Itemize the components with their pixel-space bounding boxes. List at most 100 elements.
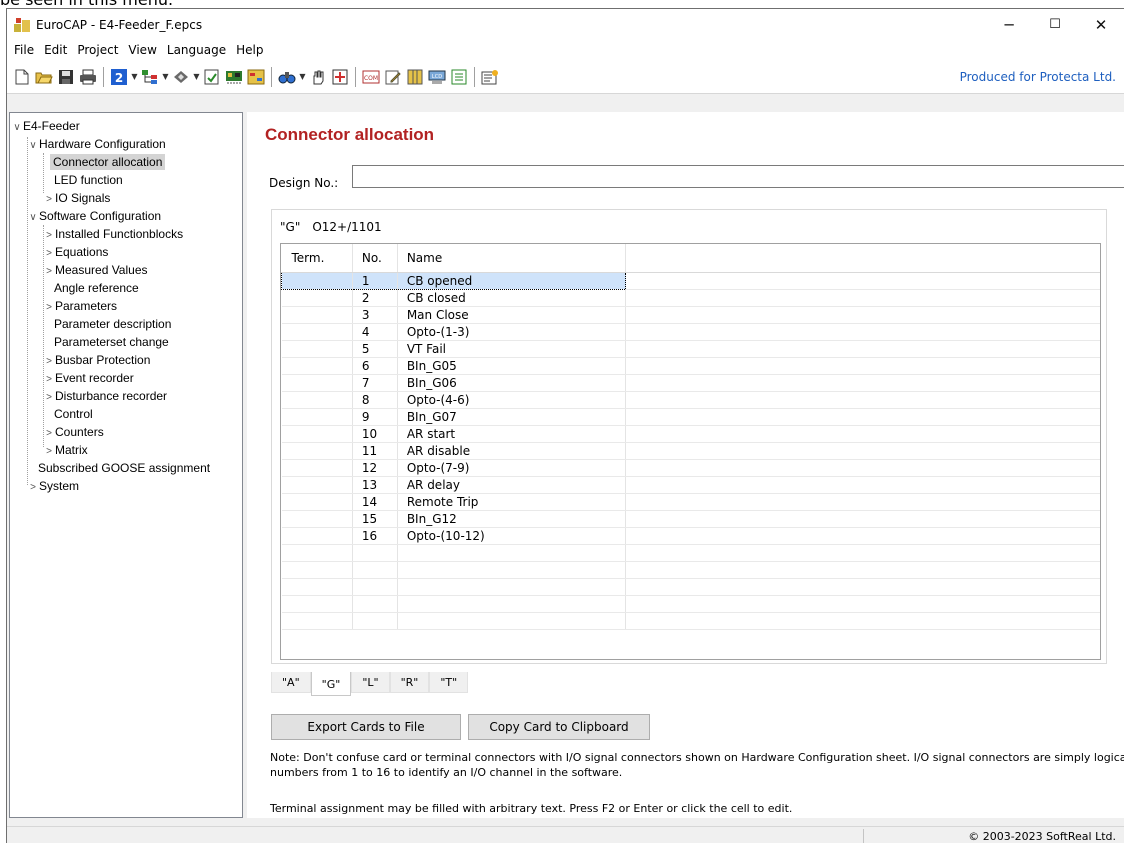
tree-node-event-recorder[interactable]: > Event recorder [43,369,134,387]
menu-edit[interactable]: Edit [39,43,72,57]
tree-node-measured-values[interactable]: > Measured Values [43,261,147,279]
no-cell[interactable]: 2 [352,289,398,307]
no-cell[interactable]: 8 [352,391,398,409]
name-cell[interactable]: CB opened [397,271,627,290]
tree-node-parameters[interactable]: > Parameters [43,297,117,315]
menu-help[interactable]: Help [231,43,268,57]
table-row[interactable]: 6 BIn_G05 [281,357,1100,375]
table-row[interactable]: 12 Opto-(7-9) [281,459,1100,477]
minimize-button[interactable]: ─ [986,9,1032,40]
export-cards-button[interactable]: Export Cards to File [271,714,461,740]
no-cell[interactable]: 4 [352,323,398,341]
tree-node-control[interactable]: Control [54,405,93,423]
term-cell[interactable] [281,493,353,511]
tab-card-l[interactable]: "L" [351,672,390,693]
term-cell[interactable] [281,476,353,494]
table-row[interactable]: 10 AR start [281,425,1100,443]
table-row[interactable]: 8 Opto-(4-6) [281,391,1100,409]
table-row[interactable]: 4 Opto-(1-3) [281,323,1100,341]
tree-node-equations[interactable]: > Equations [43,243,108,261]
tree-node-busbar-protection[interactable]: > Busbar Protection [43,351,150,369]
name-cell[interactable]: BIn_G05 [397,357,627,375]
no-cell[interactable]: 15 [352,510,398,528]
tree-node-disturbance-recorder[interactable]: > Disturbance recorder [43,387,167,405]
zoom-fit-icon[interactable] [329,66,351,88]
name-cell[interactable]: Opto-(7-9) [397,459,627,477]
table-row[interactable]: 16 Opto-(10-12) [281,527,1100,545]
produced-for-label[interactable]: Produced for Protecta Ltd. [960,70,1116,84]
term-cell[interactable] [281,357,353,375]
no-cell[interactable]: 7 [352,374,398,392]
table-row[interactable]: 2 CB closed [281,289,1100,307]
design-no-input[interactable] [352,165,1124,188]
tree-node-led-function[interactable]: LED function [54,171,123,189]
column-header-term[interactable]: Term. [281,244,353,273]
no-cell[interactable]: 1 [352,271,398,290]
tree-node-installed-functionblocks[interactable]: > Installed Functionblocks [43,225,183,243]
name-cell[interactable]: VT Fail [397,340,627,358]
term-cell[interactable] [281,391,353,409]
table-row[interactable]: 11 AR disable [281,442,1100,460]
tree-node-hardware[interactable]: ∨ Hardware Configuration [27,135,165,153]
table-row[interactable]: 9 BIn_G07 [281,408,1100,426]
chevron-down-icon[interactable]: ▼ [161,72,170,81]
chevron-down-icon[interactable]: ∨ [11,119,23,137]
no-cell[interactable]: 9 [352,408,398,426]
term-cell[interactable] [281,306,353,324]
project-tree[interactable]: ∨ E4-Feeder ∨ Hardware Configuration Conne… [9,112,243,818]
tree-node-parameterset-change[interactable]: Parameterset change [54,333,169,351]
name-cell[interactable]: AR disable [397,442,627,460]
tab-card-r[interactable]: "R" [389,672,430,693]
menu-file[interactable]: File [7,43,39,57]
name-cell[interactable]: BIn_G12 [397,510,627,528]
term-cell[interactable] [281,289,353,307]
io-card-icon[interactable] [223,66,245,88]
name-cell[interactable]: Remote Trip [397,493,627,511]
name-cell[interactable]: Man Close [397,306,627,324]
tree-node-angle-reference[interactable]: Angle reference [54,279,139,297]
number-badge-icon[interactable]: 2 [108,66,130,88]
hand-icon[interactable] [307,66,329,88]
tab-card-g[interactable]: "G" [310,672,352,696]
menu-view[interactable]: View [123,43,161,57]
no-cell[interactable]: 3 [352,306,398,324]
table-row[interactable]: 15 BIn_G12 [281,510,1100,528]
no-cell[interactable]: 16 [352,527,398,545]
table-row[interactable]: 3 Man Close [281,306,1100,324]
name-cell[interactable]: BIn_G07 [397,408,627,426]
hardware-tree-icon[interactable] [139,66,161,88]
term-cell[interactable] [281,425,353,443]
com-icon[interactable]: COM [360,66,382,88]
document-check-icon[interactable] [201,66,223,88]
table-row[interactable]: 1 CB opened [281,271,1100,290]
list-icon[interactable] [448,66,470,88]
binoculars-icon[interactable] [276,66,298,88]
name-cell[interactable]: BIn_G06 [397,374,627,392]
column-header-name[interactable]: Name [397,244,627,273]
tree-node-counters[interactable]: > Counters [43,423,104,441]
connector-grid[interactable]: Term. No. Name 1 CB opened 2 CB closed 3 Ma… [280,243,1101,660]
name-cell[interactable]: CB closed [397,289,627,307]
term-cell[interactable] [281,527,353,545]
table-row[interactable]: 13 AR delay [281,476,1100,494]
chevron-down-icon[interactable]: ▼ [130,72,139,81]
menu-project[interactable]: Project [72,43,123,57]
table-row[interactable]: 7 BIn_G06 [281,374,1100,392]
tree-node-matrix[interactable]: > Matrix [43,441,88,459]
component-icon[interactable] [170,66,192,88]
tree-node-connector-allocation[interactable]: Connector allocation [50,153,166,171]
term-cell[interactable] [281,459,353,477]
lcd-icon[interactable]: LCD [426,66,448,88]
no-cell[interactable]: 6 [352,357,398,375]
no-cell[interactable]: 14 [352,493,398,511]
columns-icon[interactable] [404,66,426,88]
no-cell[interactable]: 10 [352,425,398,443]
tree-node-io-signals[interactable]: > IO Signals [43,189,110,207]
term-cell[interactable] [281,510,353,528]
chevron-down-icon[interactable]: ∨ [27,209,39,227]
name-cell[interactable]: AR delay [397,476,627,494]
tree-node-parameter-description[interactable]: Parameter description [54,315,171,333]
term-cell[interactable] [281,271,353,290]
maximize-button[interactable]: ☐ [1032,9,1078,40]
print-icon[interactable] [77,66,99,88]
